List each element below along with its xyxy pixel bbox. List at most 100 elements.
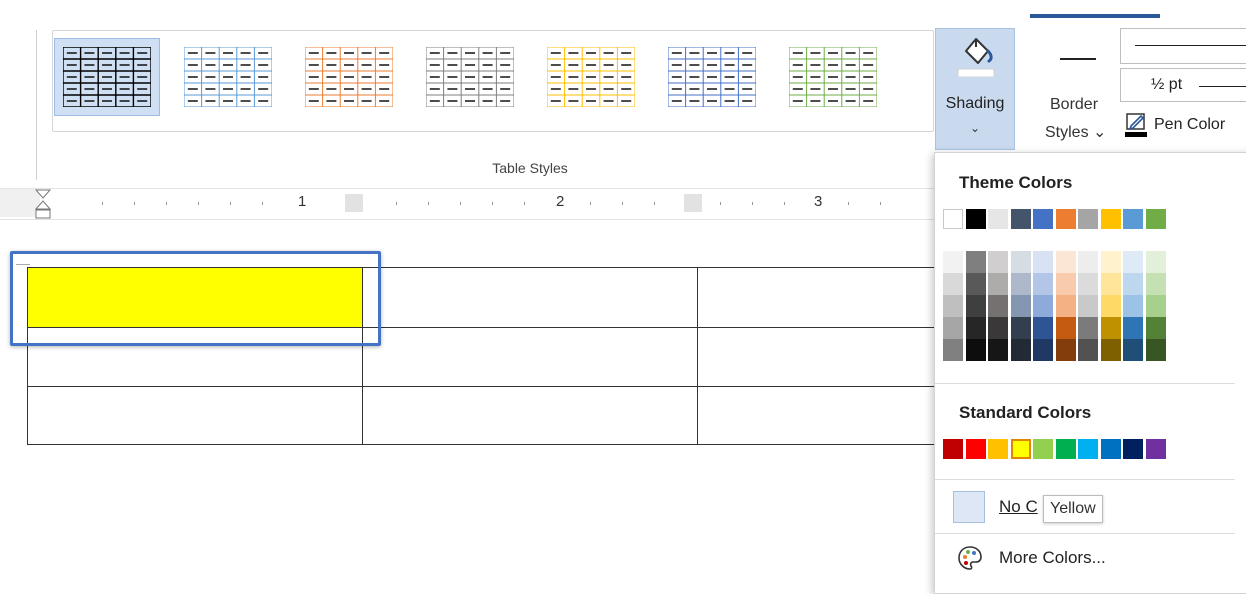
table-style-orange-grid[interactable] xyxy=(297,39,401,115)
theme-shade-swatch[interactable] xyxy=(1078,339,1098,361)
theme-shade-swatch[interactable] xyxy=(1078,273,1098,295)
theme-color-swatch[interactable] xyxy=(1123,209,1143,229)
standard-color-swatch[interactable] xyxy=(1055,439,1076,459)
theme-shade-swatch[interactable] xyxy=(1100,273,1121,295)
theme-shade-swatch[interactable] xyxy=(965,251,986,273)
theme-shade-swatch[interactable] xyxy=(943,273,963,295)
theme-shade-swatch[interactable] xyxy=(1078,317,1098,339)
theme-shade-swatch[interactable] xyxy=(1123,339,1143,361)
table-style-gold-grid[interactable] xyxy=(539,39,643,115)
theme-shade-swatch[interactable] xyxy=(1033,317,1053,339)
theme-shade-swatch[interactable] xyxy=(965,273,986,295)
theme-shade-swatch[interactable] xyxy=(1100,251,1121,273)
theme-shade-swatch[interactable] xyxy=(1033,295,1053,317)
theme-color-swatch[interactable] xyxy=(1078,209,1098,229)
theme-shade-swatch[interactable] xyxy=(1055,251,1076,273)
theme-shade-swatch[interactable] xyxy=(1078,251,1098,273)
theme-shade-swatch[interactable] xyxy=(965,317,986,339)
theme-shade-swatch[interactable] xyxy=(1078,295,1098,317)
theme-shade-swatch[interactable] xyxy=(1010,317,1031,339)
theme-color-swatch[interactable] xyxy=(1010,209,1031,229)
theme-shade-swatch[interactable] xyxy=(1033,251,1053,273)
table-cell[interactable] xyxy=(697,267,939,328)
theme-shade-swatch[interactable] xyxy=(1033,273,1053,295)
table-style-gray-grid[interactable] xyxy=(418,39,522,115)
palette-icon xyxy=(958,546,982,570)
indent-marker-icon[interactable] xyxy=(34,189,52,223)
theme-shade-swatch[interactable] xyxy=(1055,273,1076,295)
theme-shade-swatch[interactable] xyxy=(1123,317,1143,339)
theme-color-swatch[interactable] xyxy=(1055,209,1076,229)
standard-color-swatch[interactable] xyxy=(988,439,1008,459)
theme-shade-swatch[interactable] xyxy=(965,339,986,361)
table-cell[interactable] xyxy=(697,386,939,445)
standard-color-swatch[interactable] xyxy=(1123,439,1143,459)
standard-color-swatch[interactable] xyxy=(1033,439,1053,459)
pen-color-button[interactable]: Pen Color xyxy=(1124,110,1225,140)
theme-shade-swatch[interactable] xyxy=(1055,339,1076,361)
theme-shade-swatch[interactable] xyxy=(1123,295,1143,317)
theme-color-swatch[interactable] xyxy=(1100,209,1121,229)
standard-color-swatch[interactable] xyxy=(965,439,986,459)
table-cell[interactable] xyxy=(362,386,698,445)
table-style-dark-blue-grid[interactable] xyxy=(660,39,764,115)
theme-shade-swatch[interactable] xyxy=(1055,295,1076,317)
theme-shade-swatch[interactable] xyxy=(1100,317,1121,339)
horizontal-ruler[interactable]: 1 2 3 xyxy=(0,188,935,220)
column-marker-icon[interactable] xyxy=(345,194,363,212)
border-line-sample xyxy=(1060,58,1096,60)
theme-shade-swatch[interactable] xyxy=(1145,317,1166,339)
theme-shade-swatch[interactable] xyxy=(1123,251,1143,273)
theme-color-swatch[interactable] xyxy=(965,209,986,229)
theme-shade-swatch[interactable] xyxy=(1033,339,1053,361)
theme-shade-swatch[interactable] xyxy=(1145,251,1166,273)
theme-shade-swatch[interactable] xyxy=(988,317,1008,339)
line-weight-dropdown[interactable]: ½ pt xyxy=(1120,68,1246,102)
no-color-option[interactable]: No C xyxy=(953,489,1038,525)
column-marker-icon[interactable] xyxy=(684,194,702,212)
theme-color-swatch[interactable] xyxy=(943,209,963,229)
color-tooltip: Yellow xyxy=(1043,495,1103,523)
table-cell[interactable] xyxy=(362,327,698,387)
theme-shade-swatch[interactable] xyxy=(965,295,986,317)
theme-shade-swatch[interactable] xyxy=(1145,273,1166,295)
theme-shade-swatch[interactable] xyxy=(943,339,963,361)
table-cell[interactable] xyxy=(362,267,698,328)
theme-shade-swatch[interactable] xyxy=(988,251,1008,273)
theme-shade-swatch[interactable] xyxy=(1100,339,1121,361)
table-style-plain-grid[interactable] xyxy=(54,38,160,116)
theme-shade-swatch[interactable] xyxy=(1010,273,1031,295)
standard-color-swatch[interactable] xyxy=(1145,439,1166,459)
table-cell[interactable] xyxy=(27,386,363,445)
table-style-green-grid[interactable] xyxy=(781,39,885,115)
theme-color-swatch[interactable] xyxy=(988,209,1008,229)
standard-color-swatch[interactable] xyxy=(943,439,963,459)
standard-color-swatch[interactable] xyxy=(1100,439,1121,459)
theme-color-swatch[interactable] xyxy=(1033,209,1053,229)
theme-shade-swatch[interactable] xyxy=(988,295,1008,317)
shading-button[interactable]: Shading ⌄ xyxy=(935,28,1015,150)
more-colors-option[interactable]: More Colors... xyxy=(957,545,1106,571)
theme-shade-swatch[interactable] xyxy=(1145,295,1166,317)
theme-color-swatch[interactable] xyxy=(1145,209,1166,229)
table-cell[interactable] xyxy=(697,327,939,387)
standard-color-yellow-selected[interactable] xyxy=(1010,439,1031,459)
ruler-number: 2 xyxy=(556,193,565,210)
theme-shade-swatch[interactable] xyxy=(943,251,963,273)
theme-shade-swatch[interactable] xyxy=(1123,273,1143,295)
table-style-blue-grid[interactable] xyxy=(176,39,280,115)
selection-highlight xyxy=(10,251,381,346)
theme-shade-swatch[interactable] xyxy=(988,339,1008,361)
line-style-dropdown[interactable] xyxy=(1120,28,1246,64)
theme-shade-swatch[interactable] xyxy=(1100,295,1121,317)
group-label-table-styles: Table Styles xyxy=(492,160,568,176)
theme-shade-swatch[interactable] xyxy=(1010,251,1031,273)
theme-shade-swatch[interactable] xyxy=(988,273,1008,295)
theme-shade-swatch[interactable] xyxy=(1010,295,1031,317)
theme-shade-swatch[interactable] xyxy=(1010,339,1031,361)
theme-shade-swatch[interactable] xyxy=(943,317,963,339)
standard-color-swatch[interactable] xyxy=(1078,439,1098,459)
theme-shade-swatch[interactable] xyxy=(1055,317,1076,339)
theme-shade-swatch[interactable] xyxy=(943,295,963,317)
theme-shade-swatch[interactable] xyxy=(1145,339,1166,361)
